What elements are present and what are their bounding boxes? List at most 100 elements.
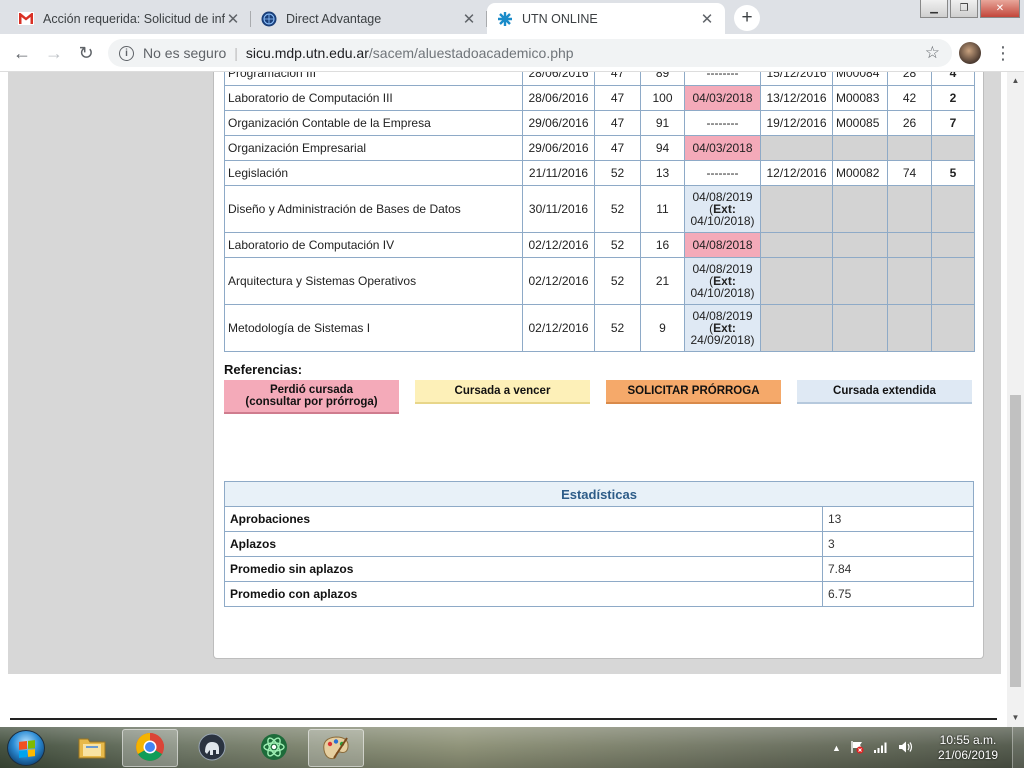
elephant-app-icon (197, 732, 227, 765)
exam-date-cell: 15/12/2016 (760, 72, 833, 86)
grade-row: Metodología de Sistemas I 02/12/2016 52 9 04… (224, 304, 975, 352)
tab-direct-advantage[interactable]: Direct Advantage ✕ (251, 3, 487, 34)
number-cell: 94 (640, 135, 685, 161)
window-controls: ▁ ❐ ✕ (920, 0, 1020, 18)
vencimiento-cell: 04/08/2019 (Ext: 04/10/2018) (684, 185, 761, 233)
number-cell: 13 (640, 160, 685, 186)
reload-button[interactable]: ↻ (74, 41, 98, 65)
statistic-value: 3 (822, 531, 974, 557)
statistics-row: Aprobaciones 13 (224, 506, 974, 532)
number-cell: 16 (640, 232, 685, 258)
close-tab-icon[interactable]: ✕ (225, 10, 241, 28)
arrow-right-icon: → (45, 42, 63, 63)
number-cell: 11 (640, 185, 685, 233)
taskbar-chrome[interactable] (122, 729, 178, 767)
number-cell: 91 (640, 110, 685, 136)
grade-row: Organización Contable de la Empresa 29/06… (224, 110, 975, 136)
restore-button[interactable]: ❐ (950, 0, 978, 18)
window-close-button[interactable]: ✕ (980, 0, 1020, 18)
cursada-date-cell: 02/12/2016 (522, 257, 595, 305)
vencimiento-cell: 04/08/2018 (684, 232, 761, 258)
start-button[interactable] (7, 730, 45, 766)
statistics-title: Estadísticas (224, 481, 974, 507)
show-desktop-button[interactable] (1012, 727, 1024, 768)
profile-avatar[interactable] (959, 42, 981, 64)
grade-cell: 4 (931, 72, 975, 86)
show-hidden-icons-icon[interactable]: ▲ (832, 743, 841, 753)
scrollbar-thumb[interactable] (1010, 395, 1021, 687)
taskbar-elephant-app[interactable] (184, 729, 240, 767)
info-icon[interactable]: i (119, 45, 134, 61)
grade-cell: 5 (931, 160, 975, 186)
vertical-scrollbar[interactable]: ▲ ▼ (1007, 72, 1024, 727)
statistic-label: Promedio sin aplazos (224, 556, 823, 582)
references-title: Referencias: (224, 362, 303, 377)
libro-cell: M00082 (832, 160, 888, 186)
ext-date: 24/09/2018 (690, 333, 751, 347)
grade-row: Laboratorio de Computación IV 02/12/2016 5… (224, 232, 975, 258)
number-cell: 52 (594, 257, 641, 305)
legend-cursada-a-vencer: Cursada a vencer (415, 380, 590, 404)
chrome-icon (135, 732, 165, 765)
browser-toolbar: ← → ↻ i No es seguro | sicu.mdp.utn.edu.… (0, 34, 1024, 72)
close-tab-icon[interactable]: ✕ (461, 10, 477, 28)
number-cell: 52 (594, 160, 641, 186)
legend-perdio-line1: Perdió cursada (269, 384, 354, 396)
address-bar[interactable]: i No es seguro | sicu.mdp.utn.edu.ar/sac… (108, 39, 952, 67)
taskbar-atom-app[interactable] (246, 729, 302, 767)
legend-solicitar-prorroga: SOLICITAR PRÓRROGA (606, 380, 781, 404)
bookmark-star-icon[interactable]: ☆ (925, 43, 940, 63)
taskbar-clock[interactable]: 10:55 a.m. 21/06/2019 (932, 733, 1004, 763)
grade-row: Programación III 28/06/2016 47 89 -------- 15… (224, 72, 975, 86)
grade-cell (931, 257, 975, 305)
number-cell: 21 (640, 257, 685, 305)
atom-app-icon (259, 732, 289, 765)
libro-cell (832, 185, 888, 233)
tab-title: Direct Advantage (286, 11, 382, 26)
number-cell: 47 (594, 72, 641, 86)
libro-cell (832, 257, 888, 305)
scroll-up-arrow-icon[interactable]: ▲ (1007, 76, 1024, 85)
action-center-flag-icon[interactable] (850, 740, 864, 757)
network-signal-icon[interactable] (873, 741, 889, 756)
windows-logo-icon (19, 740, 35, 758)
close-tab-icon[interactable]: ✕ (699, 10, 715, 28)
grade-row: Legislación 21/11/2016 52 13 -------- 12/12/2… (224, 160, 975, 186)
number-cell: 47 (594, 85, 641, 111)
vencimiento-cell: -------- (684, 160, 761, 186)
grade-cell (931, 232, 975, 258)
folio-cell (887, 232, 932, 258)
vencimiento-cell: 04/08/2019 (Ext: 24/09/2018) (684, 304, 761, 352)
tab-title: Acción requerida: Solicitud de inf (43, 11, 225, 26)
paint-app-icon (320, 732, 352, 765)
folio-cell: 26 (887, 110, 932, 136)
volume-icon[interactable] (898, 740, 914, 757)
tab-utn-online[interactable]: UTN ONLINE ✕ (487, 3, 725, 34)
subject-name-cell: Diseño y Administración de Bases de Dato… (224, 185, 523, 233)
browser-menu-icon[interactable]: ⋮ (994, 41, 1012, 65)
number-cell: 9 (640, 304, 685, 352)
folio-cell: 28 (887, 72, 932, 86)
taskbar-paint-app[interactable] (308, 729, 364, 767)
grade-cell (931, 185, 975, 233)
minimize-button[interactable]: ▁ (920, 0, 948, 18)
exam-date-cell (760, 135, 833, 161)
statistics-row: Aplazos 3 (224, 531, 974, 557)
vencimiento-cell: 04/03/2018 (684, 135, 761, 161)
folio-cell (887, 135, 932, 161)
page-viewport: Programación III 28/06/2016 47 89 -------- 15… (0, 72, 1007, 727)
vencimiento-cell: -------- (684, 72, 761, 86)
subject-name-cell: Laboratorio de Computación III (224, 85, 523, 111)
number-cell: 47 (594, 135, 641, 161)
back-button[interactable]: ← (10, 41, 34, 65)
new-tab-button[interactable]: + (734, 5, 760, 31)
grades-table-body: Programación III 28/06/2016 47 89 -------- 15… (224, 72, 975, 352)
number-cell: 100 (640, 85, 685, 111)
utn-icon (497, 11, 513, 27)
scroll-down-arrow-icon[interactable]: ▼ (1007, 713, 1024, 722)
cursada-date-cell: 21/11/2016 (522, 160, 595, 186)
taskbar-file-explorer[interactable] (64, 729, 120, 767)
statistic-value: 13 (822, 506, 974, 532)
tab-gmail[interactable]: Acción requerida: Solicitud de inf ✕ (8, 3, 251, 34)
forward-button[interactable]: → (42, 41, 66, 65)
